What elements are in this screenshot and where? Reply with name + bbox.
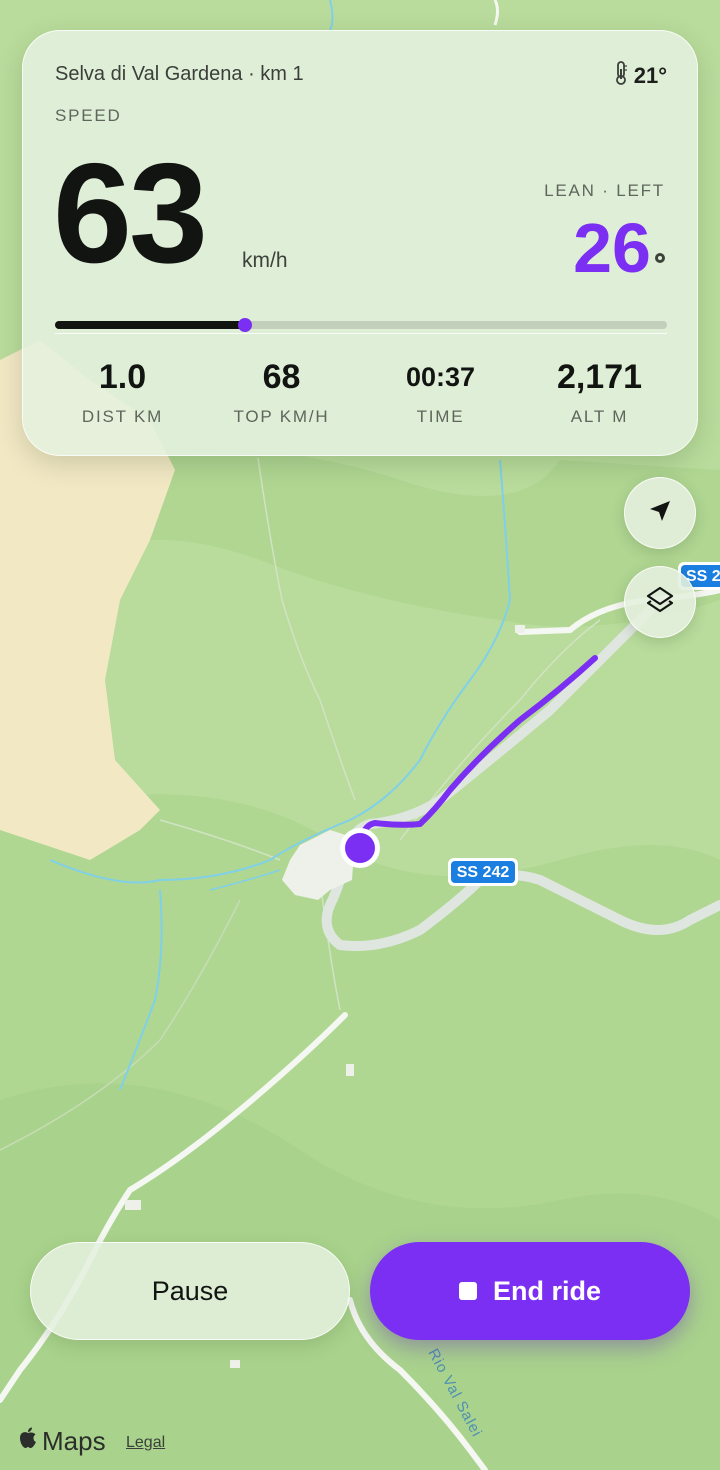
temperature: 21°	[614, 61, 667, 91]
location-label: Selva di Val Gardena · km 1	[55, 63, 304, 85]
pause-button[interactable]: Pause	[30, 1242, 350, 1340]
stats-row: 1.0 DIST KM 68 TOP KM/H 00:37 TIME 2,171…	[43, 357, 679, 427]
lean-value: 26	[573, 209, 651, 287]
stat-value: 1.0	[98, 358, 147, 396]
svg-text:SS 242: SS 242	[457, 864, 510, 881]
stat-label: ALT M	[570, 407, 629, 426]
stop-icon	[458, 1282, 477, 1300]
road-shield-ss242: SS 242	[448, 858, 518, 886]
stat-altitude: 2,171 ALT M	[520, 357, 679, 427]
maps-attribution: Maps	[18, 1426, 106, 1457]
end-ride-button[interactable]: End ride	[370, 1242, 690, 1340]
stat-label: TOP KM/H	[233, 407, 330, 426]
thermometer-icon	[614, 61, 628, 91]
ride-progress-bar	[55, 318, 667, 332]
speed-value: 63	[53, 134, 208, 293]
stat-top-speed: 68 TOP KM/H	[202, 357, 361, 427]
ride-stats-card: Selva di Val Gardena · km 1 21° SPEED 63…	[22, 30, 698, 456]
degree-symbol	[655, 253, 665, 263]
stat-value: 2,171	[556, 358, 643, 396]
speed-unit: km/h	[242, 249, 288, 272]
svg-text:SS 2: SS 2	[686, 568, 720, 585]
pause-label: Pause	[151, 1275, 229, 1306]
stat-label: DIST KM	[81, 407, 164, 426]
location-arrow-icon	[647, 498, 673, 529]
end-ride-label: End ride	[492, 1275, 601, 1306]
temperature-value: 21°	[633, 63, 667, 88]
divider	[55, 333, 667, 334]
stat-value: 00:37	[405, 361, 476, 392]
ride-progress-knob	[237, 318, 252, 332]
layers-icon	[645, 585, 675, 620]
stat-value: 68	[262, 358, 301, 396]
legal-link[interactable]: Legal	[126, 1434, 165, 1452]
speed-label: SPEED	[55, 106, 122, 125]
maps-label: Maps	[42, 1426, 106, 1456]
recenter-button[interactable]	[624, 477, 696, 549]
ride-progress-fill	[55, 321, 245, 329]
stat-label: TIME	[416, 407, 465, 426]
map-layers-button[interactable]	[624, 566, 696, 638]
lean-label: LEAN · LEFT	[544, 181, 665, 200]
stat-distance: 1.0 DIST KM	[43, 357, 202, 427]
apple-logo-icon	[18, 1426, 38, 1457]
stat-time: 00:37 TIME	[361, 357, 520, 427]
current-position-dot	[345, 833, 375, 863]
